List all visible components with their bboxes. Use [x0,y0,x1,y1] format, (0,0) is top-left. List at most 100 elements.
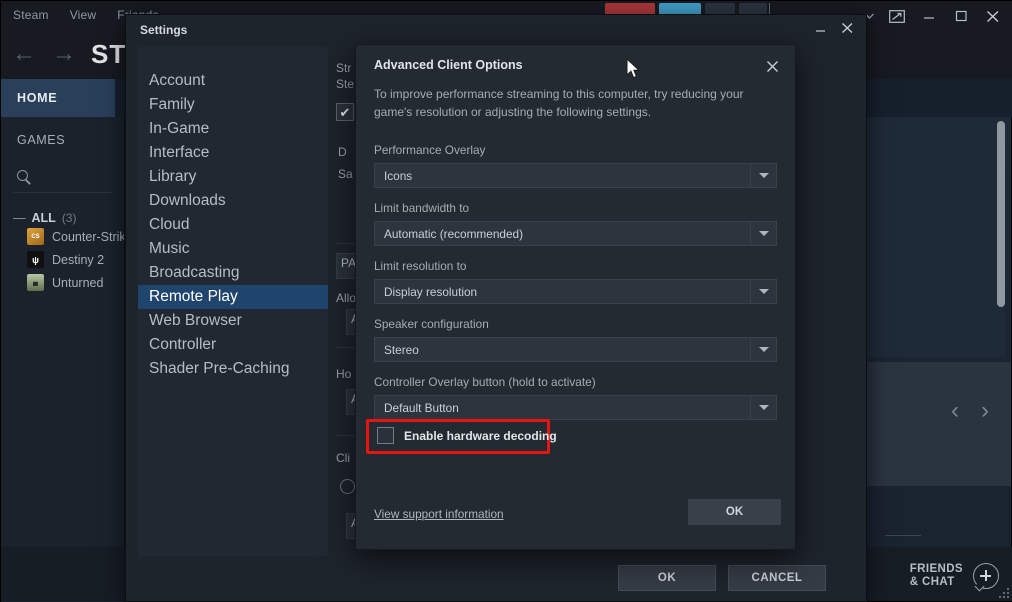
limit-bandwidth-select[interactable]: Automatic (recommended) [374,221,777,246]
host-label: Ho [336,367,351,381]
games-search-input[interactable] [13,163,112,193]
list-item[interactable]: CS Counter-Strike: Global Offensive [1,225,124,248]
collapse-icon[interactable]: — [13,211,26,225]
sidebar-item-label: Web Browser [149,312,242,330]
add-friend-icon[interactable] [973,563,999,589]
menu-item-steam[interactable]: Steam [13,8,49,22]
enable-hardware-decoding-row[interactable]: Enable hardware decoding [377,427,557,444]
limit-resolution-select[interactable]: Display resolution [374,279,777,304]
divider [885,535,921,536]
csgo-icon: CS [27,228,44,245]
enable-hardware-decoding-label: Enable hardware decoding [404,429,557,443]
settings-close-button[interactable] [836,17,858,39]
field-limit-bandwidth: Limit bandwidth to Automatic (recommende… [374,201,777,246]
sidebar-item-label: Music [149,240,189,258]
sidebar-item-account[interactable]: Account [138,69,328,93]
settings-footer: OK CANCEL [126,555,866,601]
sidebar-item-downloads[interactable]: Downloads [138,189,328,213]
controller-overlay-button-select[interactable]: Default Button [374,395,777,420]
carousel-next-icon[interactable]: › [981,397,989,425]
games-group-label: ALL [32,211,56,225]
field-value: Stereo [375,343,419,357]
list-item[interactable]: ▄ Unturned [1,271,124,294]
games-group-count: (3) [62,211,77,225]
chevron-down-icon[interactable] [750,338,776,361]
friends-chat-label: FRIENDS & CHAT [910,563,963,589]
tab-home[interactable]: HOME [1,79,115,117]
game-label: Counter-Strike: Global Offensive [52,230,124,244]
field-label: Speaker configuration [374,317,777,331]
remote-play-heading-line2: Ste [336,77,354,91]
field-value: Display resolution [375,285,477,299]
carousel-controls: ‹ › [951,397,989,425]
settings-title: Settings [126,23,187,37]
enable-remote-play-checkbox[interactable]: ✔ [336,103,354,121]
game-label: Destiny 2 [52,253,104,267]
minimize-button[interactable] [915,5,943,27]
games-group-all[interactable]: — ALL (3) [1,211,124,225]
chevron-down-icon[interactable] [750,280,776,303]
remote-play-heading-line1: Str [336,61,351,75]
settings-ok-button[interactable]: OK [618,565,716,591]
field-label: Limit resolution to [374,259,777,273]
sidebar-item-cloud[interactable]: Cloud [138,213,328,237]
mouse-cursor [626,58,641,85]
field-speaker-configuration: Speaker configuration Stereo [374,317,777,362]
sidebar-item-interface[interactable]: Interface [138,141,328,165]
enable-hardware-decoding-checkbox[interactable] [377,427,394,444]
chevron-down-icon[interactable] [750,222,776,245]
field-limit-resolution: Limit resolution to Display resolution [374,259,777,304]
view-support-information-link[interactable]: View support information [374,507,504,521]
sidebar-item-remote-play[interactable]: Remote Play [138,285,328,309]
field-value: Default Button [375,401,459,415]
screenshot-icon[interactable] [883,5,911,27]
sidebar-item-label: Remote Play [149,288,238,306]
close-button[interactable] [979,5,1007,27]
settings-window-controls [810,17,858,39]
pa-label: PA [337,256,356,270]
sidebar-item-music[interactable]: Music [138,237,328,261]
client-radio[interactable] [340,479,355,494]
settings-cancel-button[interactable]: CANCEL [728,565,826,591]
forward-arrow-icon[interactable]: → [51,40,77,68]
device-label: D [338,145,347,159]
advanced-client-options-dialog: Advanced Client Options To improve perfo… [355,44,796,550]
sidebar-item-controller[interactable]: Controller [138,333,328,357]
sidebar-item-library[interactable]: Library [138,165,328,189]
sidebar-item-shader-pre-caching[interactable]: Shader Pre-Caching [138,357,328,381]
chevron-down-icon[interactable] [750,164,776,187]
scrollbar-thumb[interactable] [997,121,1005,307]
sidebar-item-label: Shader Pre-Caching [149,360,289,378]
sidebar-item-label: Downloads [149,192,226,210]
sidebar-item-in-game[interactable]: In-Game [138,117,328,141]
content-scrollbar[interactable] [1000,117,1008,447]
dialog-ok-button[interactable]: OK [688,499,781,525]
back-arrow-icon[interactable]: ← [11,40,37,68]
resize-grip[interactable] [997,586,1009,598]
dialog-footer: View support information OK [356,493,795,549]
sidebar-item-web-browser[interactable]: Web Browser [138,309,328,333]
sidebar-item-label: Cloud [149,216,190,234]
settings-sidebar: Account Family In-Game Interface Library… [138,47,328,556]
performance-overlay-select[interactable]: Icons [374,163,777,188]
speaker-configuration-select[interactable]: Stereo [374,337,777,362]
client-label: Cli [336,451,350,465]
field-value: Icons [375,169,412,183]
sidebar-item-label: Controller [149,336,216,354]
search-icon [17,170,32,185]
sidebar-item-broadcasting[interactable]: Broadcasting [138,261,328,285]
field-label: Controller Overlay button (hold to activ… [374,375,777,389]
carousel-prev-icon[interactable]: ‹ [951,397,959,425]
sidebar-item-family[interactable]: Family [138,93,328,117]
sidebar-item-label: Library [149,168,196,186]
unturned-icon: ▄ [27,274,44,291]
close-icon[interactable] [761,55,783,77]
dialog-body: To improve performance streaming to this… [374,85,777,433]
friends-and-chat-button[interactable]: FRIENDS & CHAT [910,563,999,589]
maximize-button[interactable] [947,5,975,27]
settings-minimize-button[interactable] [810,17,832,39]
chevron-down-icon[interactable] [750,396,776,419]
menu-item-view[interactable]: View [70,8,97,22]
list-item[interactable]: ψ Destiny 2 [1,248,124,271]
field-controller-overlay-button: Controller Overlay button (hold to activ… [374,375,777,420]
